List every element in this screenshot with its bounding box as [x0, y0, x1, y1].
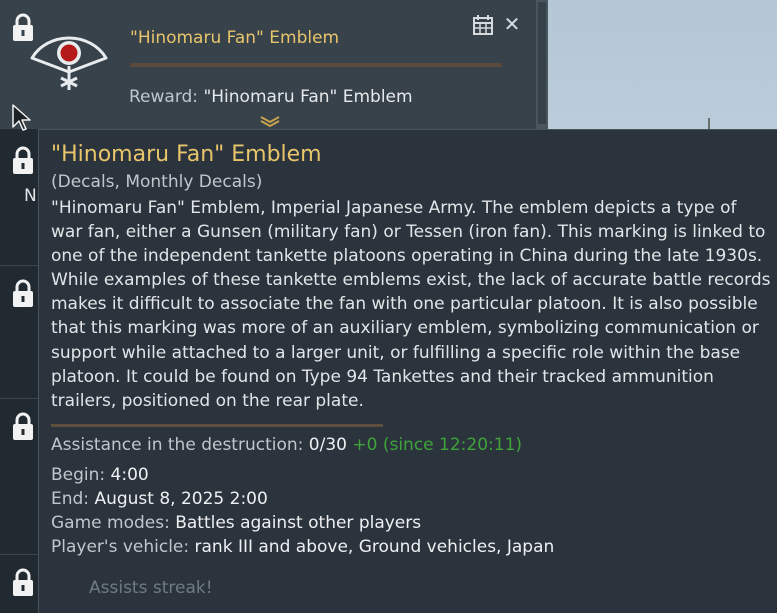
end-row: End: August 8, 2025 2:00 [51, 489, 268, 509]
begin-row: Begin: 4:00 [51, 465, 149, 485]
task-title: "Hinomaru Fan" Emblem [130, 28, 340, 48]
player-vehicle-row: Player's vehicle: rank III and above, Gr… [51, 537, 554, 557]
close-icon[interactable]: ✕ [502, 14, 522, 34]
begin-value: 4:00 [110, 465, 149, 485]
task-title-partial: N [24, 186, 37, 206]
begin-label: Begin: [51, 465, 106, 485]
next-task-title: Assists streak! [89, 578, 213, 598]
lock-icon [10, 145, 36, 175]
assistance-delta: +0 (since 12:20:11) [352, 435, 523, 455]
lock-icon [10, 567, 36, 597]
tooltip-divider [51, 424, 383, 427]
scrollbar-thumb[interactable] [538, 2, 546, 124]
tooltip-title: "Hinomaru Fan" Emblem [51, 142, 322, 167]
game-modes-value: Battles against other players [175, 513, 422, 533]
calendar-icon[interactable] [472, 14, 494, 36]
assistance-row: Assistance in the destruction: 0/30 +0 (… [51, 435, 522, 455]
emblem-tooltip: "Hinomaru Fan" Emblem (Decals, Monthly D… [38, 129, 777, 613]
task-reward: Reward: "Hinomaru Fan" Emblem [129, 87, 413, 107]
reward-value: "Hinomaru Fan" Emblem [203, 87, 413, 107]
task-card-hinomaru-fan[interactable]: "Hinomaru Fan" Emblem Reward: "Hinomaru … [0, 0, 536, 129]
end-label: End: [51, 489, 90, 509]
player-vehicle-value: rank III and above, Ground vehicles, Jap… [194, 537, 555, 557]
task-progress-bar [130, 63, 502, 67]
game-modes-row: Game modes: Battles against other player… [51, 513, 421, 533]
mouse-pointer-icon [11, 103, 33, 133]
tooltip-category: (Decals, Monthly Decals) [51, 172, 263, 192]
assistance-label: Assistance in the destruction: [51, 435, 304, 455]
end-value: August 8, 2025 2:00 [94, 489, 268, 509]
reward-label: Reward: [129, 87, 199, 107]
lock-icon [10, 278, 36, 308]
lock-icon [10, 411, 36, 441]
tooltip-description: "Hinomaru Fan" Emblem, Imperial Japanese… [51, 198, 771, 411]
player-vehicle-label: Player's vehicle: [51, 537, 190, 557]
fan-emblem-icon [26, 30, 112, 92]
chevron-down-icon[interactable] [258, 112, 282, 128]
assistance-value: 0/30 [308, 435, 347, 455]
game-modes-label: Game modes: [51, 513, 170, 533]
